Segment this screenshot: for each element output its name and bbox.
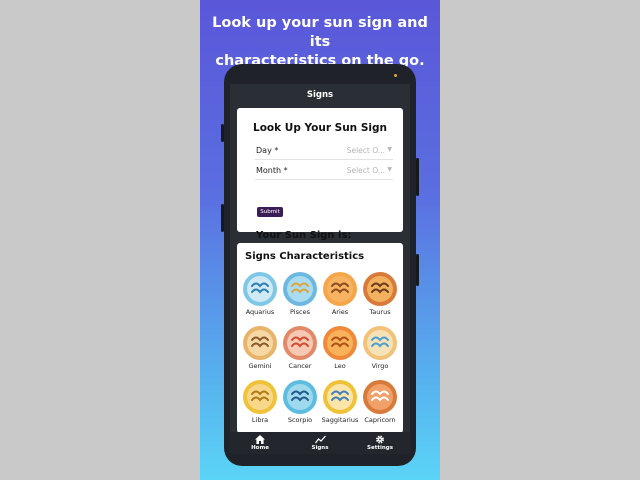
virgo-icon: [363, 326, 397, 360]
sign-name: Cancer: [288, 362, 312, 370]
month-select-value: Select O...: [346, 166, 385, 175]
phone-side-button: [221, 204, 224, 232]
phone-frame: Signs Look Up Your Sun Sign Day * Select…: [221, 64, 419, 466]
gemini-icon: [243, 326, 277, 360]
sign-item-libra[interactable]: Libra: [240, 379, 280, 424]
gear-icon: [376, 435, 384, 444]
app-screen: Signs Look Up Your Sun Sign Day * Select…: [230, 84, 410, 454]
characteristics-card: Signs Characteristics Aquarius Pisces Arie…: [237, 243, 403, 433]
capricorn-icon: [363, 380, 397, 414]
promo-background: Look up your sun sign and its characteri…: [200, 0, 440, 480]
sign-item-cancer[interactable]: Cancer: [280, 325, 320, 370]
month-label: Month *: [256, 166, 288, 175]
promo-line-1: Look up your sun sign and its: [212, 15, 428, 50]
nav-signs[interactable]: Signs: [300, 435, 340, 451]
sign-item-pisces[interactable]: Pisces: [280, 271, 320, 316]
chevron-down-icon: ▼: [387, 166, 392, 173]
sign-name: Saggitarius: [321, 416, 359, 424]
pisces-icon: [283, 272, 317, 306]
scorpio-icon: [283, 380, 317, 414]
sign-name: Capricorn: [364, 416, 396, 424]
sign-item-capricorn[interactable]: Capricorn: [360, 379, 400, 424]
leo-icon: [323, 326, 357, 360]
day-label: Day *: [256, 146, 279, 155]
sign-name: Aquarius: [245, 308, 275, 316]
nav-home[interactable]: Home: [240, 435, 280, 451]
sign-item-saggitarius[interactable]: Saggitarius: [320, 379, 360, 424]
taurus-icon: [363, 272, 397, 306]
chevron-down-icon: ▼: [387, 146, 392, 153]
phone-camera-dot: [394, 74, 397, 77]
phone-power-button: [416, 158, 419, 196]
sign-item-virgo[interactable]: Virgo: [360, 325, 400, 370]
nav-settings[interactable]: Settings: [360, 435, 400, 451]
sign-name: Scorpio: [287, 416, 313, 424]
phone-volume-button: [221, 124, 224, 142]
sign-item-leo[interactable]: Leo: [320, 325, 360, 370]
cancer-icon: [283, 326, 317, 360]
bottom-navigation: Home Signs Settings: [230, 432, 410, 454]
sign-item-scorpio[interactable]: Scorpio: [280, 379, 320, 424]
sign-name: Gemini: [248, 362, 272, 370]
month-select[interactable]: Month * Select O... ▼: [255, 161, 393, 180]
libra-icon: [243, 380, 277, 414]
phone-side-button-right: [416, 254, 419, 286]
chart-line-icon: [314, 435, 326, 444]
promo-headline: Look up your sun sign and its characteri…: [200, 14, 440, 71]
sign-name: Leo: [334, 362, 346, 370]
app-bar: Signs: [230, 84, 410, 106]
sign-item-taurus[interactable]: Taurus: [360, 271, 400, 316]
sign-item-gemini[interactable]: Gemini: [240, 325, 280, 370]
sign-item-aquarius[interactable]: Aquarius: [240, 271, 280, 316]
sign-item-aries[interactable]: Aries: [320, 271, 360, 316]
sign-name: Pisces: [290, 308, 310, 316]
sign-name: Aries: [331, 308, 349, 316]
sign-name: Libra: [251, 416, 269, 424]
sign-name: Virgo: [371, 362, 389, 370]
aquarius-icon: [243, 272, 277, 306]
sign-name: Taurus: [369, 308, 391, 316]
aries-icon: [323, 272, 357, 306]
day-select-value: Select O...: [346, 146, 385, 155]
sagittarius-icon: [323, 380, 357, 414]
day-select[interactable]: Day * Select O... ▼: [255, 141, 393, 160]
sun-sign-result: Your Sun Sign is:: [256, 230, 352, 241]
characteristics-title: Signs Characteristics: [245, 251, 365, 262]
lookup-title: Look Up Your Sun Sign: [253, 122, 387, 134]
nav-settings-label: Settings: [367, 445, 393, 451]
lookup-card: Look Up Your Sun Sign Day * Select O... …: [237, 108, 403, 241]
home-icon: [255, 435, 265, 444]
app-bar-title: Signs: [306, 90, 334, 100]
submit-button[interactable]: Submit: [257, 207, 283, 217]
nav-home-label: Home: [251, 445, 269, 451]
nav-signs-label: Signs: [311, 445, 329, 451]
